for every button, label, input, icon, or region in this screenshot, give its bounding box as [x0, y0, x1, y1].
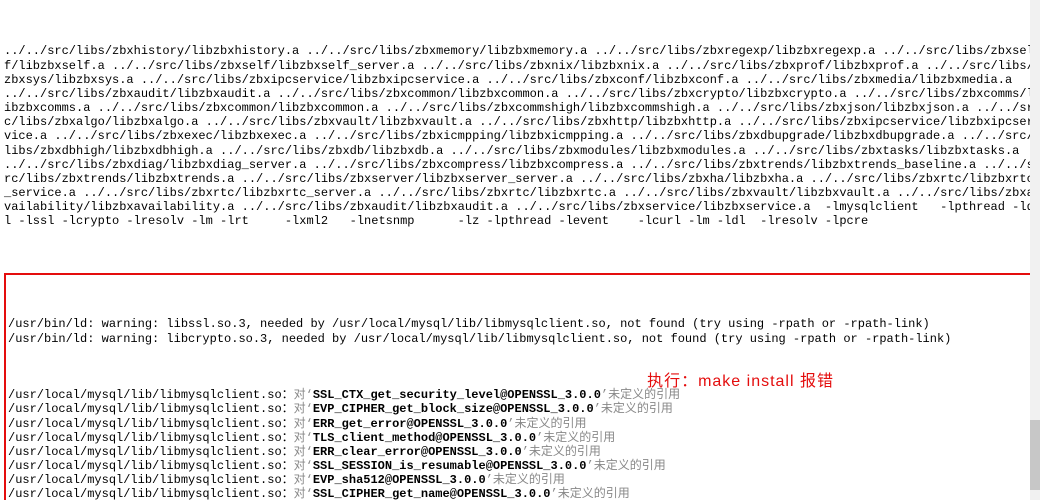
undefined-reference-line: /usr/local/mysql/lib/libmysqlclient.so：对…: [8, 473, 1032, 487]
undefined-reference-line: /usr/local/mysql/lib/libmysqlclient.so：对…: [8, 459, 1032, 473]
undefined-reference-line: /usr/local/mysql/lib/libmysqlclient.so：对…: [8, 388, 1032, 402]
undefined-reference-line: /usr/local/mysql/lib/libmysqlclient.so：对…: [8, 431, 1032, 445]
undefined-reference-line: /usr/local/mysql/lib/libmysqlclient.so：对…: [8, 487, 1032, 500]
vertical-scrollbar[interactable]: [1030, 0, 1040, 500]
undefined-reference-line: /usr/local/mysql/lib/libmysqlclient.so：对…: [8, 417, 1032, 431]
scrollbar-thumb[interactable]: [1030, 420, 1040, 490]
ld-warning-line: /usr/bin/ld: warning: libssl.so.3, neede…: [8, 317, 1032, 331]
error-highlight-box: /usr/bin/ld: warning: libssl.so.3, neede…: [4, 273, 1036, 500]
ld-warning-list: /usr/bin/ld: warning: libssl.so.3, neede…: [8, 317, 1032, 345]
ld-warning-line: /usr/bin/ld: warning: libcrypto.so.3, ne…: [8, 332, 1032, 346]
undefined-reference-line: /usr/local/mysql/lib/libmysqlclient.so：对…: [8, 402, 1032, 416]
undefined-reference-line: /usr/local/mysql/lib/libmysqlclient.so：对…: [8, 445, 1032, 459]
terminal-output: ../../src/libs/zbxhistory/libzbxhistory.…: [0, 0, 1040, 500]
annotation-label: 执行：make install 报错: [647, 373, 834, 392]
undefined-reference-list: /usr/local/mysql/lib/libmysqlclient.so：对…: [8, 388, 1032, 500]
gcc-link-command: ../../src/libs/zbxhistory/libzbxhistory.…: [4, 44, 1036, 228]
